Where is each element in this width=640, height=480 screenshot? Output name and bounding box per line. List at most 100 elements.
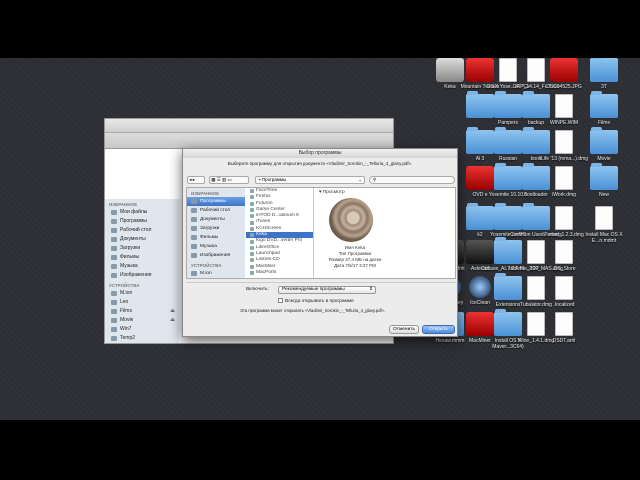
device-label: Win7 [120, 326, 132, 332]
sidebar-item-icon [191, 235, 197, 240]
desktop-icon-label: .localized [553, 302, 575, 308]
eject-icon[interactable]: ⏏ [170, 316, 175, 325]
dialog-sidebar-item[interactable]: Загрузки [187, 224, 245, 233]
finder-sidebar-item[interactable]: Документы [105, 235, 179, 244]
enable-popup[interactable]: Рекомендуемые программы ⇕ [278, 286, 376, 294]
eject-icon[interactable]: ⏏ [170, 307, 175, 316]
finder-sidebar-item[interactable]: Музыка [105, 262, 179, 271]
application-icon [250, 239, 254, 244]
application-name: MacPorts [256, 269, 277, 275]
disk-icon [191, 271, 197, 276]
application-icon [250, 264, 254, 269]
disk-icon [111, 327, 117, 332]
finder-device-item[interactable]: Win7 [105, 325, 179, 334]
desktop-icon[interactable]: .DS_Store [537, 240, 591, 272]
location-label: Программы [261, 177, 287, 182]
dialog-sidebar-item[interactable]: Документы [187, 215, 245, 224]
finder-sidebar-item[interactable]: Фильмы [105, 253, 179, 262]
finder-device-item[interactable]: Films ⏏ [105, 307, 179, 316]
desktop-icon[interactable]: Films [577, 91, 631, 126]
finder-sidebar-item[interactable]: Рабочий стол [105, 226, 179, 235]
sidebar-item-label: Рабочий стол [120, 227, 152, 233]
dialog-sidebar-item[interactable]: Фильмы [187, 233, 245, 242]
desktop: Keka Mountain Tweaks OS X Yose...el PCs DRP… [0, 58, 640, 420]
cancel-button[interactable]: Отменить [389, 325, 419, 334]
open-button[interactable]: Открыть [422, 325, 455, 334]
always-open-checkbox[interactable]: Всегда открывать в программе [278, 298, 354, 304]
application-icon [250, 252, 254, 257]
sidebar-item-label: Рабочий стол [200, 208, 231, 213]
checkbox-icon[interactable] [278, 298, 283, 303]
application-list-item[interactable]: MacPorts [246, 270, 313, 276]
sidebar-item-icon [111, 246, 117, 251]
document-icon [555, 276, 573, 300]
view-mode-buttons[interactable]: ▦ ☰ ▥ ▭ [209, 176, 249, 184]
desktop-icon[interactable]: Movie [577, 127, 631, 162]
finder-sidebar-item[interactable]: Программы [105, 217, 179, 226]
document-icon [555, 94, 573, 118]
finder-sidebar-item[interactable]: Изображения [105, 271, 179, 280]
application-icon [250, 195, 254, 200]
dialog-favorites-header: ИЗБРАННОЕ [191, 191, 220, 196]
preview-name: Имя Keka [344, 245, 366, 250]
finder-sidebar-item[interactable]: Загрузки [105, 244, 179, 253]
enable-label: Включить: [246, 287, 269, 292]
dialog-sidebar-item[interactable]: Программы [187, 197, 245, 206]
preview-header: ▾ Просмотр [319, 190, 345, 195]
desktop-icon-label: DSDT.aml [552, 338, 576, 344]
app-icon [550, 58, 578, 82]
sidebar-item-icon [111, 273, 117, 278]
sidebar-item-label: Мои файлы [120, 209, 148, 215]
search-icon: ⚲ [373, 177, 377, 182]
document-icon [595, 206, 613, 230]
disk-icon [111, 318, 117, 323]
desktop-icon[interactable]: .localized [537, 276, 591, 308]
finder-sidebar: ИЗБРАННОЕ Мои файлы Программы Рабочий стол… [105, 199, 179, 343]
sidebar-item-label: Музыка [120, 263, 138, 269]
sidebar-item-icon [191, 226, 197, 231]
finder-device-item[interactable]: Temp2 [105, 334, 179, 343]
choose-application-dialog: Выбор программы Выберите программу для о… [182, 148, 458, 337]
disk-icon [111, 291, 117, 296]
chevron-updown-icon: ⇕ [368, 287, 373, 292]
finder-titlebar[interactable] [105, 119, 393, 133]
finder-toolbar [105, 133, 393, 149]
folder-icon: ▪ [259, 177, 261, 182]
favorites-header: ИЗБРАННОЕ [109, 202, 138, 207]
devices-header: УСТРОЙСТВА [109, 283, 140, 288]
document-icon [555, 206, 573, 230]
sidebar-item-label: Изображения [200, 253, 231, 258]
finder-device-item[interactable]: Movie ⏏ [105, 316, 179, 325]
sidebar-item-icon [111, 210, 117, 215]
keka-app-icon [329, 198, 373, 242]
sidebar-item-label: Изображения [120, 272, 152, 278]
finder-device-item[interactable]: Leo [105, 298, 179, 307]
desktop-icon[interactable]: DSDT.aml [537, 312, 591, 344]
dialog-options: Включить: Рекомендуемые программы ⇕ Всег… [186, 282, 456, 318]
device-label: Temp2 [120, 335, 136, 341]
dialog-sidebar-item[interactable]: Изображения [187, 251, 245, 260]
sidebar-item-icon [191, 199, 197, 204]
search-input[interactable]: ⚲ [369, 176, 455, 184]
preview-size: Размер 27,4 МБ на диске [328, 257, 382, 262]
desktop-icon[interactable]: Install Mac OS X E...n.mdmt [577, 206, 631, 244]
dialog-device-item[interactable]: M.ion [187, 269, 245, 278]
desktop-icon-label: Movie [597, 156, 611, 162]
sidebar-item-icon [111, 228, 117, 233]
desktop-icon[interactable]: New [577, 163, 631, 198]
enable-value: Рекомендуемые программы [282, 287, 345, 292]
folder-icon [590, 91, 618, 118]
sidebar-item-icon [191, 217, 197, 222]
back-forward-buttons[interactable]: ◂ ▸ [187, 176, 205, 184]
dialog-sidebar-item[interactable]: Рабочий стол [187, 206, 245, 215]
finder-device-item[interactable]: M.ion [105, 289, 179, 298]
finder-sidebar-item[interactable]: Мои файлы [105, 208, 179, 217]
sidebar-item-icon [191, 253, 197, 258]
folder-icon [590, 163, 618, 190]
preview-kind: Тип Программа [338, 251, 372, 256]
dialog-sidebar-item[interactable]: Музыка [187, 242, 245, 251]
sidebar-item-icon [111, 237, 117, 242]
location-popup[interactable]: ▪ Программы ⌄ [255, 176, 365, 184]
desktop-icon[interactable]: 3T [577, 58, 631, 90]
device-label: Films [120, 308, 132, 314]
